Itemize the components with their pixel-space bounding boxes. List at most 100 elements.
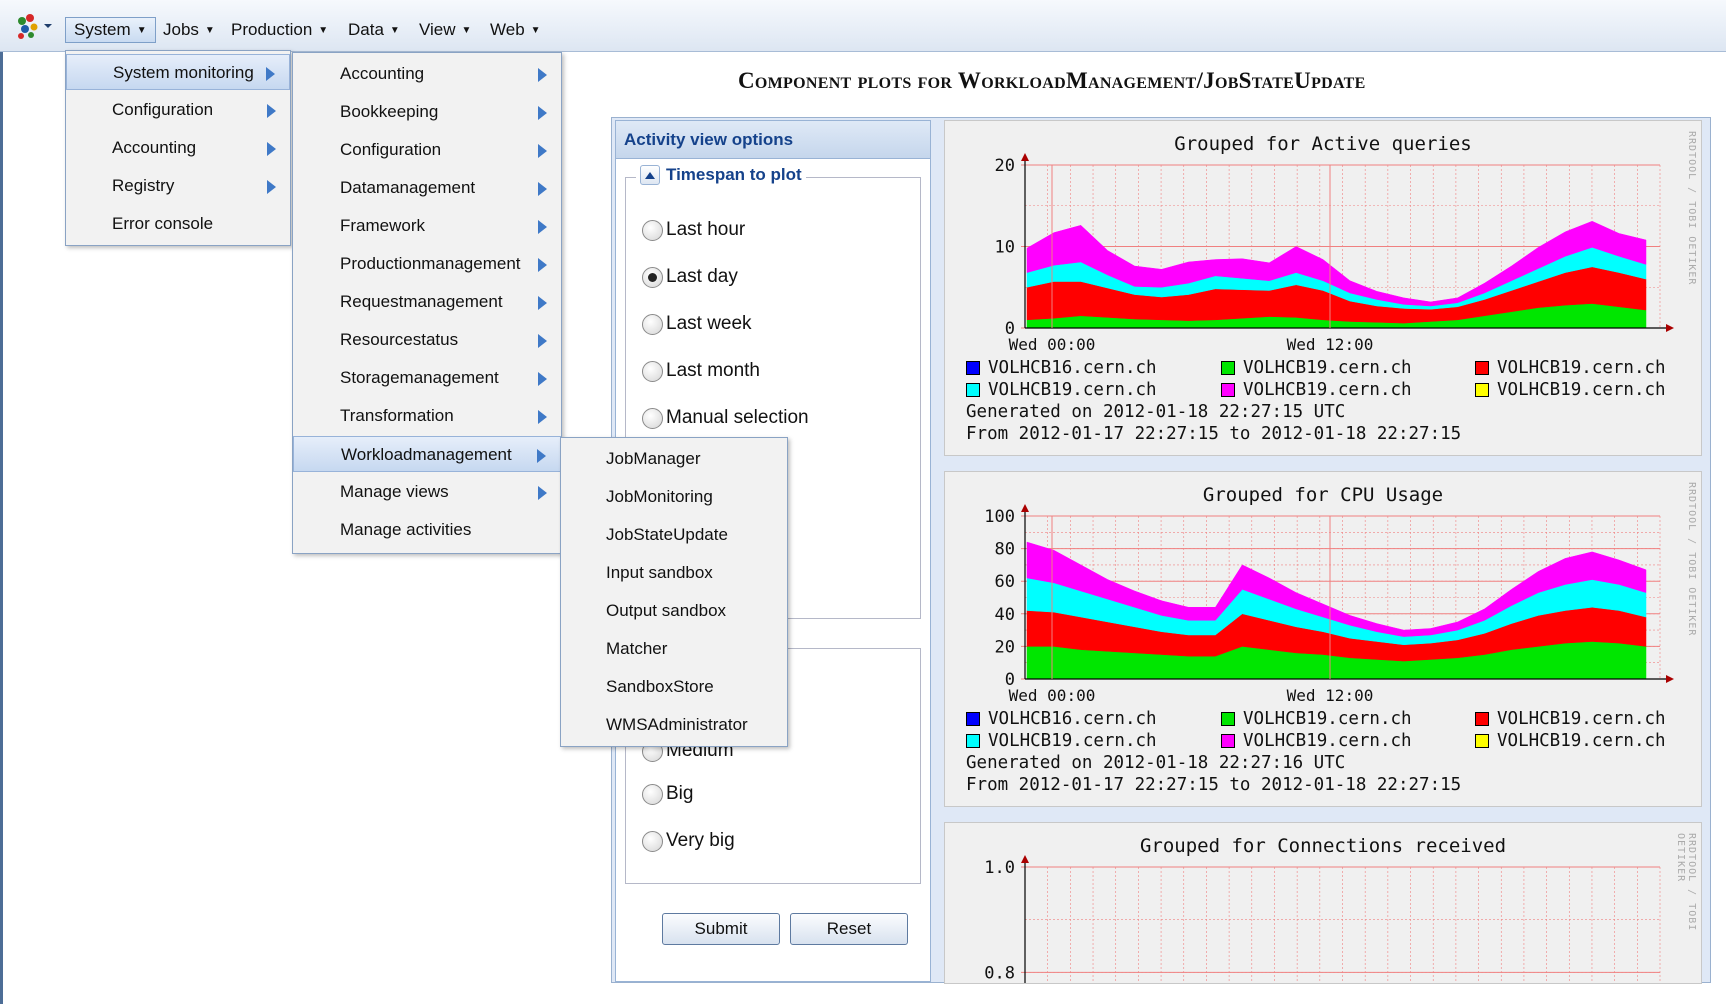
menu-item-label: Matcher [606, 639, 668, 658]
radio-icon[interactable] [642, 219, 663, 241]
submenu-arrow-icon [537, 449, 546, 463]
menu-item-wmsadministrator[interactable]: WMSAdministrator [561, 707, 787, 743]
radio-manual-selection[interactable]: Manual selection [642, 405, 809, 431]
radio-last-month[interactable]: Last month [642, 358, 760, 384]
menu-item-label: Registry [112, 176, 175, 195]
legend-swatch [1475, 361, 1489, 375]
menu-item-storagemanagement[interactable]: Storagemanagement [293, 360, 561, 396]
radio-icon[interactable] [642, 407, 663, 429]
menu-item-label: Framework [340, 216, 426, 235]
radio-icon[interactable] [642, 360, 663, 382]
menu-item-input-sandbox[interactable]: Input sandbox [561, 555, 787, 591]
radio-icon[interactable] [642, 783, 663, 805]
submit-button[interactable]: Submit [662, 913, 780, 945]
menu-item-jobmanager[interactable]: JobManager [561, 441, 787, 477]
menu-item-datamanagement[interactable]: Datamanagement [293, 170, 561, 206]
menu-item-configuration[interactable]: Configuration [66, 92, 290, 128]
y-tick-label: 20 [995, 637, 1015, 657]
chevron-down-icon: ▼ [530, 25, 541, 36]
menu-item-label: JobManager [606, 449, 701, 468]
x-axis-arrow [1666, 324, 1674, 332]
menu-item-requestmanagement[interactable]: Requestmanagement [293, 284, 561, 320]
plot-cpu-usage: 0 20 40 60 80 100 Wed 00:00 Wed 12:00 Grouped f… [944, 471, 1702, 807]
legend-item: VOLHCB16.cern.ch [966, 358, 1157, 378]
legend-swatch [1475, 712, 1489, 726]
radio-checked-icon[interactable] [642, 266, 663, 288]
menu-view[interactable]: View ▼ [411, 17, 479, 43]
menu-jobs[interactable]: Jobs ▼ [155, 17, 223, 43]
radio-big[interactable]: Big [642, 781, 693, 807]
plot-active-queries: 0 10 20 Wed 00:00 Wed 12:00 Grouped for Acti… [944, 120, 1702, 456]
menu-item-error-console[interactable]: Error console [66, 206, 290, 242]
y-tick-label: 60 [995, 572, 1015, 592]
legend-swatch [1221, 383, 1235, 397]
submenu-arrow-icon [538, 486, 547, 500]
submenu-arrow-icon [538, 182, 547, 196]
legend-label: VOLHCB16.cern.ch [988, 358, 1157, 378]
legend-label: VOLHCB19.cern.ch [1243, 380, 1412, 400]
submenu-arrow-icon [538, 106, 547, 120]
y-tick-label: 0.8 [984, 963, 1015, 983]
menu-item-bookkeeping[interactable]: Bookkeeping [293, 94, 561, 130]
menu-item-framework[interactable]: Framework [293, 208, 561, 244]
menu-item-label: Configuration [340, 140, 442, 159]
reset-button[interactable]: Reset [790, 913, 908, 945]
menu-item-output-sandbox[interactable]: Output sandbox [561, 593, 787, 629]
menu-production[interactable]: Production ▼ [223, 17, 336, 43]
radio-last-hour[interactable]: Last hour [642, 217, 745, 243]
legend-item: VOLHCB19.cern.ch [1475, 731, 1666, 751]
menu-item-configuration[interactable]: Configuration [293, 132, 561, 168]
menu-item-sandboxstore[interactable]: SandboxStore [561, 669, 787, 705]
legend-swatch [1221, 361, 1235, 375]
submenu-arrow-icon [538, 372, 547, 386]
menu-item-matcher[interactable]: Matcher [561, 631, 787, 667]
legend-label: VOLHCB19.cern.ch [988, 380, 1157, 400]
menu-item-label: System monitoring [113, 63, 254, 82]
legend-item: VOLHCB19.cern.ch [1221, 358, 1412, 378]
legend-item: VOLHCB19.cern.ch [1475, 380, 1666, 400]
left-edge [0, 52, 3, 1004]
radio-icon[interactable] [642, 313, 663, 335]
rrdtool-credit: RRDTOOL / TOBI OETIKER [1675, 833, 1697, 932]
menu-item-jobmonitoring[interactable]: JobMonitoring [561, 479, 787, 515]
collapse-icon[interactable] [640, 165, 660, 185]
legend-label: VOLHCB19.cern.ch [1497, 380, 1666, 400]
menu-item-registry[interactable]: Registry [66, 168, 290, 204]
y-tick-label: 80 [995, 540, 1015, 560]
menu-item-accounting[interactable]: Accounting [66, 130, 290, 166]
radio-very-big[interactable]: Very big [642, 828, 735, 854]
menu-item-label: JobMonitoring [606, 487, 713, 506]
menu-item-productionmanagement[interactable]: Productionmanagement [293, 246, 561, 282]
menu-item-accounting[interactable]: Accounting [293, 56, 561, 92]
range-text: From 2012-01-17 22:27:15 to 2012-01-18 2… [966, 775, 1462, 795]
submenu-arrow-icon [538, 296, 547, 310]
menu-item-manage-views[interactable]: Manage views [293, 474, 561, 510]
menu-item-system-monitoring[interactable]: System monitoring [66, 54, 290, 90]
menu-system[interactable]: System ▼ [65, 17, 156, 43]
menu-item-manage-activities[interactable]: Manage activities [293, 512, 561, 548]
legend-swatch [966, 383, 980, 397]
app-logo-icon[interactable] [16, 14, 56, 40]
menu-item-workloadmanagement[interactable]: Workloadmanagement [293, 436, 561, 472]
menu-item-label: Storagemanagement [340, 368, 499, 387]
rrdtool-credit: RRDTOOL / TOBI OETIKER [1686, 482, 1697, 637]
legend-swatch [966, 712, 980, 726]
menu-data[interactable]: Data ▼ [340, 17, 408, 43]
options-header: Activity view options [616, 121, 930, 159]
legend-item: VOLHCB19.cern.ch [1475, 358, 1666, 378]
legend-swatch [966, 361, 980, 375]
menu-item-jobstateupdate[interactable]: JobStateUpdate [561, 517, 787, 553]
timespan-legend[interactable]: Timespan to plot [636, 165, 806, 185]
submenu-arrow-icon [538, 68, 547, 82]
radio-last-week[interactable]: Last week [642, 311, 752, 337]
menu-item-transformation[interactable]: Transformation [293, 398, 561, 434]
menu-web[interactable]: Web ▼ [482, 17, 549, 43]
radio-icon[interactable] [642, 830, 663, 852]
page-title: Component plots for WorkloadManagement/J… [738, 68, 1366, 93]
menu-item-label: Accounting [112, 138, 197, 157]
menu-item-resourcestatus[interactable]: Resourcestatus [293, 322, 561, 358]
radio-last-day[interactable]: Last day [642, 264, 738, 290]
menu-item-label: Error console [112, 214, 214, 233]
legend-label: VOLHCB19.cern.ch [1497, 709, 1666, 729]
system-monitoring-submenu: Accounting Bookkeeping Configuration Datama… [292, 52, 562, 554]
